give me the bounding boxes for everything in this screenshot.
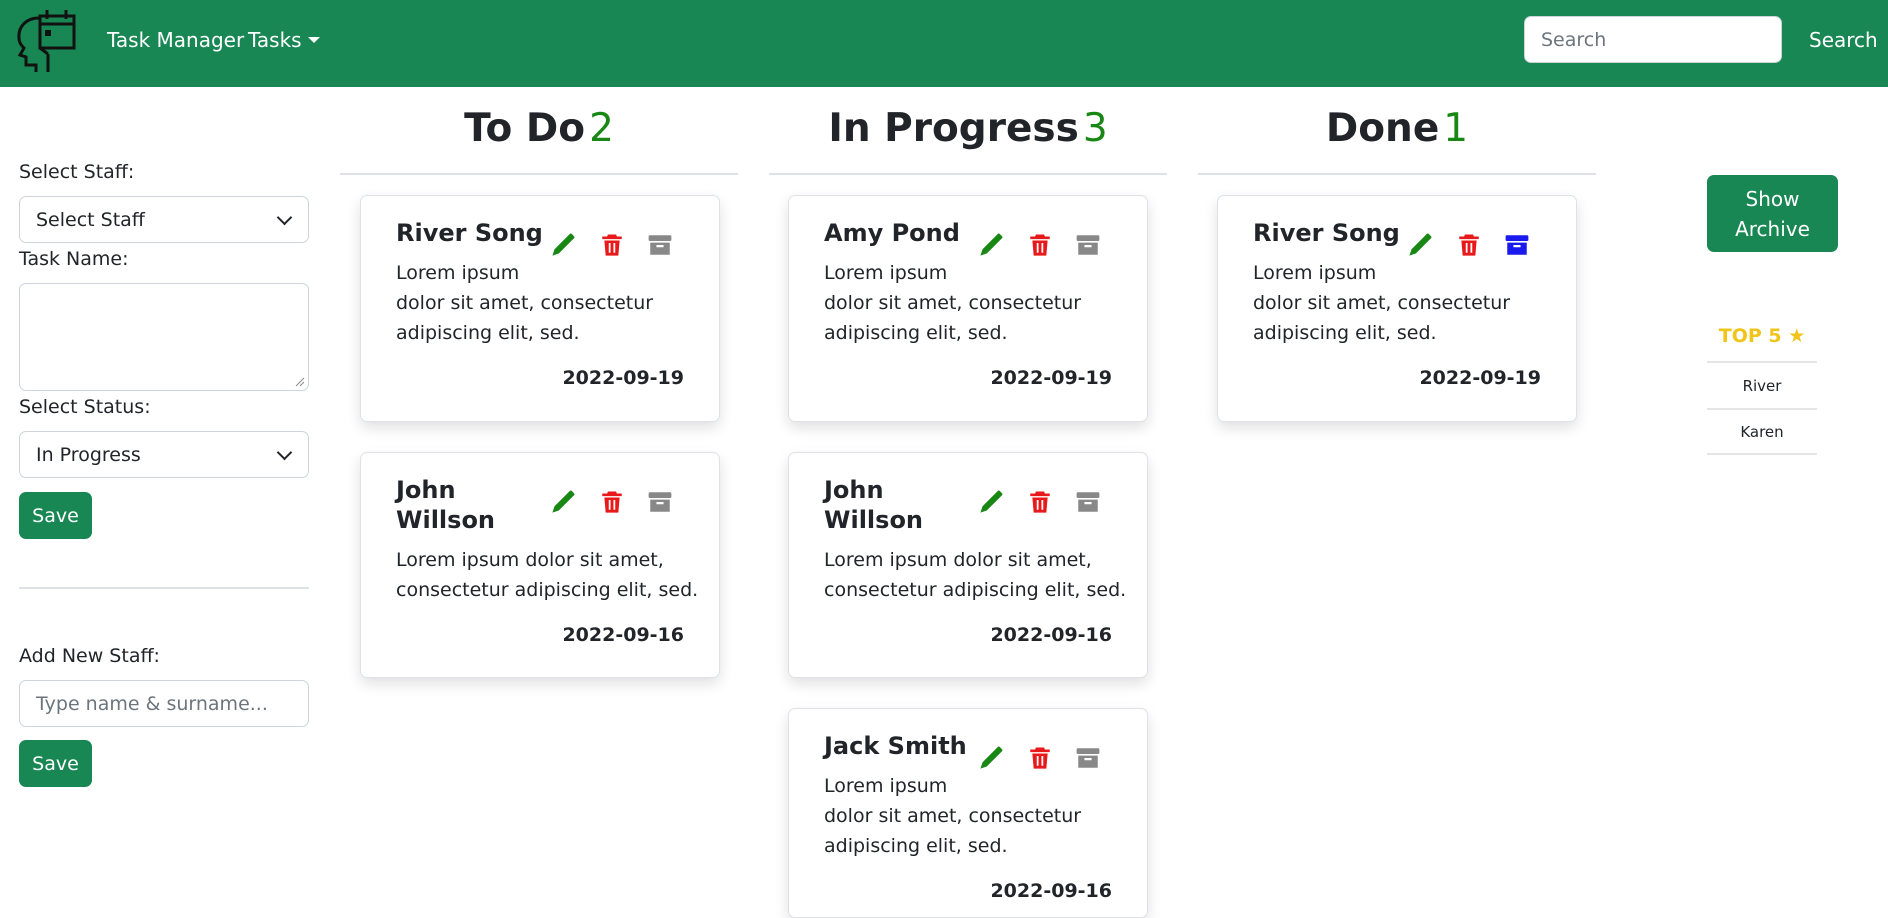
save-task-button[interactable]: Save (19, 492, 92, 539)
column-title-done: Done 1 (1198, 106, 1596, 156)
card-description-line: Lorem ipsum (396, 262, 520, 284)
column-divider (769, 173, 1167, 175)
card-date: 2022-09-19 (562, 367, 684, 389)
card-staff-name: John Willson (824, 476, 924, 534)
card-date: 2022-09-16 (990, 880, 1112, 902)
new-staff-input[interactable] (19, 680, 309, 727)
archive-icon[interactable] (1504, 232, 1530, 258)
top5-list-item: Karen (1740, 423, 1784, 441)
pencil-edit-icon[interactable] (550, 489, 576, 515)
form-divider (19, 587, 309, 589)
card-description-line: adipiscing elit, sed. (824, 322, 1008, 344)
search-button[interactable]: Search (1809, 28, 1878, 52)
card-staff-name: River Song (396, 219, 543, 247)
pencil-edit-icon[interactable] (550, 232, 576, 258)
card-date: 2022-09-16 (990, 624, 1112, 646)
top5-title: TOP 5 ★ (1718, 325, 1806, 347)
top5-list-item: River (1742, 377, 1782, 395)
pencil-edit-icon[interactable] (978, 745, 1004, 771)
top5-divider (1707, 453, 1817, 455)
card-description-line: dolor sit amet, consectetur (824, 292, 1082, 314)
resize-handle-icon[interactable] (295, 377, 305, 387)
select-staff-dropdown[interactable]: Select Staff (19, 196, 309, 243)
brain-calendar-logo-icon[interactable] (16, 10, 76, 72)
column-divider (340, 173, 738, 175)
pencil-edit-icon[interactable] (1407, 232, 1433, 258)
card-description-line: adipiscing elit, sed. (1253, 322, 1437, 344)
column-title-text: Done (1325, 106, 1440, 151)
archive-icon[interactable] (1075, 745, 1101, 771)
card-date: 2022-09-19 (990, 367, 1112, 389)
card-description-line: Lorem ipsum dolor sit amet, (396, 549, 664, 571)
card-date: 2022-09-16 (562, 624, 684, 646)
nav-task-manager[interactable]: Task Manager (107, 28, 244, 52)
select-staff-label: Select Staff: (19, 161, 135, 183)
column-count: 1 (1443, 106, 1469, 151)
task-card[interactable]: River Song Lorem ipsum dolor sit amet, c… (360, 195, 720, 422)
column-title-text: In Progress (828, 106, 1079, 151)
save-staff-button[interactable]: Save (19, 740, 92, 787)
select-status-dropdown[interactable]: In Progress (19, 431, 309, 478)
task-card[interactable]: Jack Smith Lorem ipsum dolor sit amet, c… (788, 708, 1148, 918)
trash-delete-icon[interactable] (1027, 232, 1053, 258)
add-new-staff-label: Add New Staff: (19, 645, 160, 667)
card-staff-name: River Song (1253, 219, 1400, 247)
archive-icon[interactable] (647, 489, 673, 515)
show-archive-button[interactable]: Show Archive (1707, 175, 1838, 252)
top5-divider (1707, 361, 1817, 363)
card-description-line: Lorem ipsum (824, 262, 948, 284)
search-input[interactable] (1524, 16, 1782, 63)
column-count: 2 (589, 106, 614, 151)
archive-icon[interactable] (647, 232, 673, 258)
card-description-line: Lorem ipsum (1253, 262, 1377, 284)
card-description-line: consectetur adipiscing elit, sed. (396, 579, 699, 601)
trash-delete-icon[interactable] (1027, 489, 1053, 515)
task-card[interactable]: John Willson Lorem ipsum dolor sit amet,… (788, 452, 1148, 678)
task-name-label: Task Name: (19, 248, 129, 270)
task-card[interactable]: River Song Lorem ipsum dolor sit amet, c… (1217, 195, 1577, 422)
task-name-textarea[interactable] (19, 283, 309, 391)
column-title-text: To Do (464, 106, 586, 151)
task-card[interactable]: John Willson Lorem ipsum dolor sit amet,… (360, 452, 720, 678)
select-staff-value: Select Staff (36, 209, 145, 231)
card-staff-name: Jack Smith (824, 732, 967, 760)
card-staff-name: John Willson (396, 476, 496, 534)
card-description-line: adipiscing elit, sed. (396, 322, 580, 344)
trash-delete-icon[interactable] (1456, 232, 1482, 258)
nav-tasks-label: Tasks (248, 28, 302, 52)
pencil-edit-icon[interactable] (978, 232, 1004, 258)
card-description-line: Lorem ipsum (824, 775, 948, 797)
card-staff-name: Amy Pond (824, 219, 960, 247)
card-description-line: consectetur adipiscing elit, sed. (824, 579, 1127, 601)
archive-icon[interactable] (1075, 489, 1101, 515)
column-title-in-progress: In Progress 3 (769, 106, 1167, 156)
trash-delete-icon[interactable] (599, 489, 625, 515)
card-description-line: dolor sit amet, consectetur (1253, 292, 1511, 314)
chevron-down-icon (276, 209, 293, 226)
task-card[interactable]: Amy Pond Lorem ipsum dolor sit amet, con… (788, 195, 1148, 422)
column-count: 3 (1082, 106, 1108, 151)
navbar: Task Manager Tasks Search (0, 0, 1888, 87)
select-status-value: In Progress (36, 444, 141, 466)
card-description-line: dolor sit amet, consectetur (824, 805, 1082, 827)
column-title-todo: To Do 2 (340, 106, 738, 156)
trash-delete-icon[interactable] (599, 232, 625, 258)
top5-divider (1707, 408, 1817, 410)
card-description-line: Lorem ipsum dolor sit amet, (824, 549, 1092, 571)
chevron-down-icon (276, 444, 293, 461)
column-divider (1198, 173, 1596, 175)
card-description-line: dolor sit amet, consectetur (396, 292, 654, 314)
archive-icon[interactable] (1075, 232, 1101, 258)
pencil-edit-icon[interactable] (978, 489, 1004, 515)
nav-tasks-dropdown[interactable]: Tasks (248, 28, 320, 52)
caret-down-icon (307, 37, 320, 43)
trash-delete-icon[interactable] (1027, 745, 1053, 771)
card-description-line: adipiscing elit, sed. (824, 835, 1008, 857)
select-status-label: Select Status: (19, 396, 151, 418)
card-date: 2022-09-19 (1419, 367, 1541, 389)
